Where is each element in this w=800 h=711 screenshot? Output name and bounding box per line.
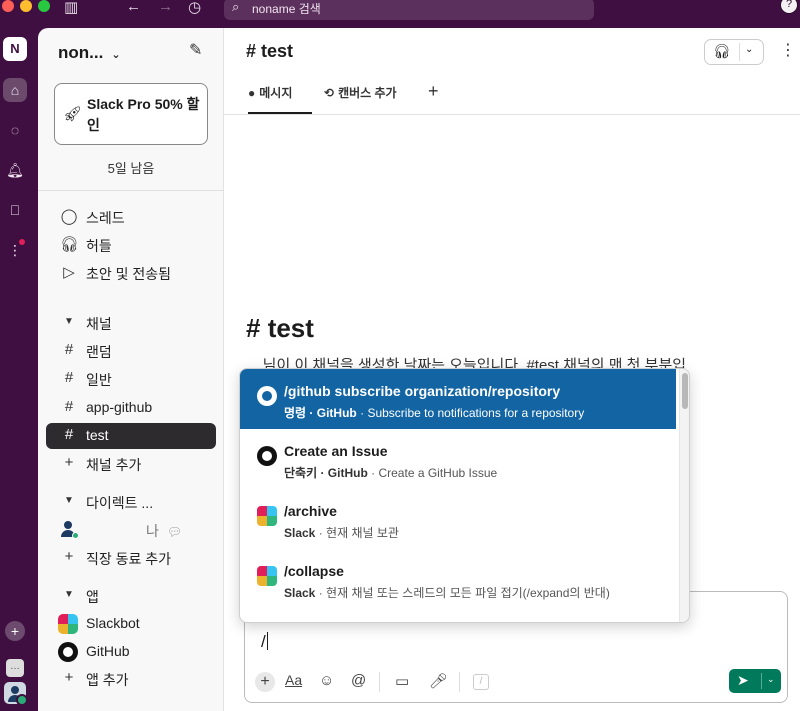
canvas-icon: ⟲ (324, 86, 335, 100)
threads-icon: ◯ (60, 208, 78, 225)
workspace-name[interactable]: non... ⌄ (58, 43, 121, 63)
maximize-window-button[interactable] (38, 0, 50, 12)
github-icon (257, 386, 277, 406)
add-channel-button[interactable]: + 채널 추가 (46, 451, 216, 477)
help-icon[interactable]: ? (780, 0, 798, 14)
slack-icon (257, 506, 277, 526)
close-window-button[interactable] (2, 0, 14, 12)
send-arrow-icon: ➤ (737, 672, 749, 688)
channel-item[interactable]: # 랜덤 (46, 338, 216, 364)
user-avatar (60, 521, 79, 539)
add-app-button[interactable]: + 앱 추가 (46, 666, 216, 692)
minimize-window-button[interactable] (20, 0, 32, 12)
shortcut-slash-icon[interactable]: / (473, 674, 489, 690)
sidebar-toggle-icon[interactable]: ▥ (64, 0, 78, 16)
headphones-icon: 🎧︎ (60, 236, 80, 253)
headphones-icon: 🎧︎ (713, 43, 731, 59)
channel-item[interactable]: # 일반 (46, 366, 216, 392)
slack-icon (257, 566, 277, 586)
notification-dot (19, 239, 25, 245)
mention-icon[interactable]: @ (351, 672, 366, 692)
user-avatar[interactable] (4, 682, 28, 706)
github-icon (257, 446, 277, 466)
channel-sidebar: non... ⌄ ✎ 🚀︎ Slack Pro 50% 할인 5일 남음 ◯ 스레드… (38, 28, 224, 711)
scrollbar-thumb[interactable] (682, 373, 688, 409)
compose-icon[interactable]: ✎ (189, 40, 211, 62)
more-options-icon[interactable]: ⋮ (780, 40, 796, 60)
caret-down-icon: ▼ (64, 316, 74, 327)
tab-messages[interactable]: ● 메시지 (248, 84, 312, 114)
send-icon: ▷ (63, 264, 75, 281)
hash-icon: # (64, 398, 74, 415)
caret-down-icon: ▼ (64, 495, 74, 506)
message-input[interactable]: / (261, 632, 268, 652)
tab-add-canvas[interactable]: ⟲ 캔버스 추가 (324, 84, 397, 114)
nav-huddles[interactable]: 🎧︎ 허들 (46, 232, 216, 258)
search-input[interactable]: ⌕ noname 검색 (224, 0, 594, 20)
add-tab-icon[interactable]: + (428, 81, 439, 111)
search-icon: ⌕ (232, 0, 240, 14)
caret-down-icon: ▼ (64, 589, 74, 600)
promo-button[interactable]: 🚀︎ Slack Pro 50% 할인 (54, 83, 208, 145)
hash-icon: # (64, 426, 74, 443)
command-autocomplete: /github subscribe organization/repositor… (239, 368, 690, 623)
title-bar: ▥ ← → ◷ ⌕ noname 검색 ? (0, 0, 800, 28)
hash-icon: # (64, 369, 74, 386)
chat-bubble-icon: 💬︎ (166, 525, 183, 539)
video-icon[interactable]: ▭ (395, 672, 409, 692)
huddle-button[interactable]: 🎧︎ ⌄ (704, 39, 764, 65)
suggestion-scrollbar[interactable] (679, 369, 689, 622)
suggestion-item[interactable]: /collapse Slack · 현재 채널 또는 스레드의 모든 파일 접기… (240, 549, 676, 609)
chevron-down-icon[interactable]: ⌄ (745, 44, 753, 55)
github-icon (58, 642, 78, 662)
channel-title[interactable]: # test (246, 41, 293, 62)
bookmark-icon[interactable]: ⎕ (3, 198, 27, 222)
workspace-switcher[interactable]: N (3, 37, 27, 61)
trial-days-left: 5일 남음 (107, 161, 155, 176)
chevron-down-icon[interactable]: ⌄ (767, 674, 775, 685)
search-placeholder: noname 검색 (252, 2, 321, 16)
send-button[interactable]: ➤ ⌄ (729, 669, 781, 693)
plus-icon: + (64, 548, 74, 565)
suggestion-item[interactable]: Create an Issue 단축키 · GitHub · Create a … (240, 429, 676, 489)
add-workspace-button[interactable]: + (5, 621, 25, 641)
nav-drafts[interactable]: ▷ 초안 및 전송됨 (46, 260, 216, 286)
plus-icon: + (64, 669, 74, 686)
nav-threads[interactable]: ◯ 스레드 (46, 204, 216, 230)
rocket-icon: 🚀︎ (63, 106, 83, 123)
formatting-icon[interactable]: Aa (285, 672, 302, 692)
chevron-down-icon: ⌄ (111, 49, 121, 61)
microphone-icon[interactable]: 🎤︎ (429, 672, 448, 692)
message-status-icon[interactable]: … (6, 659, 24, 677)
attach-plus-icon[interactable]: + (255, 672, 275, 692)
dms-section-header[interactable]: ▼ 다이렉트 ... (46, 489, 216, 515)
workspace-rail: N ⌂ ◌ 🔔︎ ⎕ ⋮ + … (0, 28, 38, 711)
add-coworker-button[interactable]: + 직장 동료 추가 (46, 545, 216, 571)
dm-item-self[interactable]: 나 💬︎ (46, 517, 216, 543)
apps-section-header[interactable]: ▼ 앱 (46, 583, 216, 609)
home-icon[interactable]: ⌂ (3, 78, 27, 102)
slackbot-icon (58, 614, 78, 634)
history-icon[interactable]: ◷ (188, 0, 201, 16)
promo-label: Slack Pro 50% 할인 (87, 96, 200, 133)
channel-intro-title: # test (246, 313, 314, 343)
bell-icon[interactable]: 🔔︎ (3, 158, 27, 182)
app-item-github[interactable]: GitHub (46, 639, 216, 665)
channel-item[interactable]: # app-github (46, 395, 216, 421)
back-arrow-icon[interactable]: ← (126, 0, 141, 15)
activity-icon[interactable]: ◌ (3, 118, 27, 142)
plus-icon: + (64, 454, 74, 471)
forward-arrow-icon[interactable]: → (158, 0, 173, 15)
emoji-icon[interactable]: ☺ (319, 672, 334, 692)
hash-icon: # (64, 341, 74, 358)
suggestion-item[interactable]: /archive Slack · 현재 채널 보관 (240, 489, 676, 549)
message-bubble-icon: ● (248, 86, 256, 100)
suggestion-item[interactable]: /github subscribe organization/repositor… (240, 369, 676, 429)
app-item-slackbot[interactable]: Slackbot (46, 611, 216, 637)
channel-item-selected[interactable]: # test (46, 423, 216, 449)
divider (38, 190, 224, 191)
channels-section-header[interactable]: ▼ 채널 (46, 310, 216, 336)
